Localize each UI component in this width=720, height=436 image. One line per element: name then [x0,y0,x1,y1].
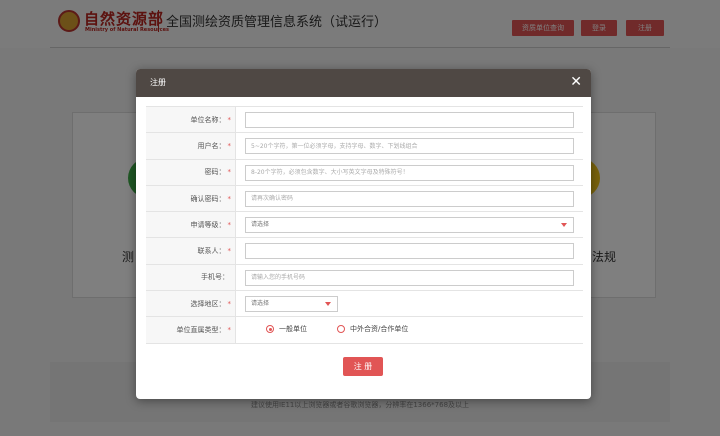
unit-type-label: 单位直属类型： * [146,317,236,343]
region-select[interactable]: 请选择 [245,296,338,313]
phone-input[interactable] [245,269,574,286]
username-input[interactable] [245,138,574,155]
form-row-password: 密码： * [146,159,583,186]
form-row-contact: 联系人： * [146,238,583,265]
chevron-down-icon [561,223,567,228]
unit-name-label: 单位名称： * [146,107,236,133]
register-modal: 注册 ✕ 单位名称：* 用户名：* 密码：* 确认密码：* 申请等级：* 请选择 [136,69,591,399]
region-label: 选择地区： * [146,291,236,317]
form-row-phone: 手机号： [146,264,583,292]
modal-header: 注册 ✕ [136,69,591,97]
contact-label: 联系人： * [146,238,236,264]
radio-general-unit-label: 一般单位 [279,325,307,334]
username-label: 用户名： * [146,133,236,159]
close-icon[interactable]: ✕ [570,73,582,91]
form-row-unit-type: 单位直属类型： * 一般单位 中外合资/合作单位 [146,317,583,344]
phone-label: 手机号： [146,264,236,291]
level-label: 申请等级： * [146,212,236,238]
password-input[interactable] [245,164,574,181]
form-row-confirm-password: 确认密码： * [146,185,583,213]
confirm-password-label: 确认密码： * [146,185,236,212]
region-select-value: 请选择 [251,300,270,308]
unit-type-radio-group: 一般单位 中外合资/合作单位 [266,324,408,334]
radio-joint-venture-label: 中外合资/合作单位 [350,325,409,334]
unit-name-input[interactable] [245,112,574,128]
radio-general-unit[interactable]: 一般单位 [266,324,307,334]
radio-joint-venture[interactable]: 中外合资/合作单位 [337,324,408,334]
confirm-password-input[interactable] [245,190,574,207]
register-form: 单位名称：* 用户名：* 密码：* 确认密码：* 申请等级：* 请选择 联系人：… [146,106,583,344]
chevron-down-icon [325,302,331,307]
level-select[interactable]: 请选择 [245,217,574,234]
contact-input[interactable] [245,243,574,260]
radio-unselected-icon[interactable] [337,325,345,334]
modal-title: 注册 [150,78,166,87]
radio-selected-icon[interactable] [266,325,274,334]
form-row-username: 用户名： * [146,133,583,160]
form-row-region: 选择地区： * 请选择 [146,291,583,318]
form-row-unit-name: 单位名称： * [146,107,583,134]
level-select-value: 请选择 [251,221,270,229]
password-label: 密码： * [146,159,236,185]
submit-register-button[interactable]: 注 册 [343,357,383,376]
form-row-level: 申请等级： * 请选择 [146,212,583,239]
